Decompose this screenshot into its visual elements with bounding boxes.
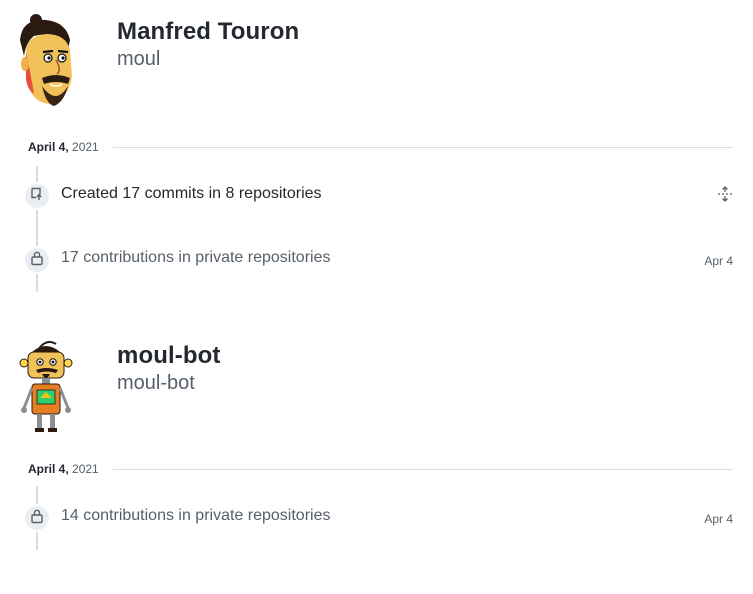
item-date: Apr 4 xyxy=(704,512,733,526)
profile-moul-bot: moul-bot moul-bot April 4, 2021 14 contr… xyxy=(0,330,753,590)
private-badge xyxy=(23,246,51,274)
date-divider xyxy=(113,147,733,148)
date-month-day: April 4, xyxy=(28,462,69,476)
private-badge xyxy=(23,504,51,532)
profile-name[interactable]: moul-bot xyxy=(117,342,220,370)
profile-login[interactable]: moul-bot xyxy=(117,372,195,395)
unfold-icon[interactable] xyxy=(717,186,733,202)
lock-icon xyxy=(30,508,44,529)
date-month-day: April 4, xyxy=(28,140,69,154)
profile-name[interactable]: Manfred Touron xyxy=(117,18,299,46)
private-contributions-text: 17 contributions in private repositories xyxy=(61,249,331,266)
date-year: 2021 xyxy=(72,462,99,476)
lock-icon xyxy=(30,250,44,271)
avatar[interactable] xyxy=(12,338,104,438)
avatar[interactable] xyxy=(12,10,104,110)
date-heading: April 4, 2021 xyxy=(28,462,99,476)
commits-summary-link[interactable]: Created 17 commits in 8 repositories xyxy=(61,185,322,203)
repo-push-icon xyxy=(29,186,45,207)
profile-manfred-touron: Manfred Touron moul April 4, 2021 Create… xyxy=(0,0,753,300)
date-divider xyxy=(113,469,733,470)
profile-login[interactable]: moul xyxy=(117,48,160,71)
item-date: Apr 4 xyxy=(704,254,733,268)
date-year: 2021 xyxy=(72,140,99,154)
private-contributions-text: 14 contributions in private repositories xyxy=(61,507,331,524)
commit-badge xyxy=(23,182,51,210)
date-heading: April 4, 2021 xyxy=(28,140,99,154)
